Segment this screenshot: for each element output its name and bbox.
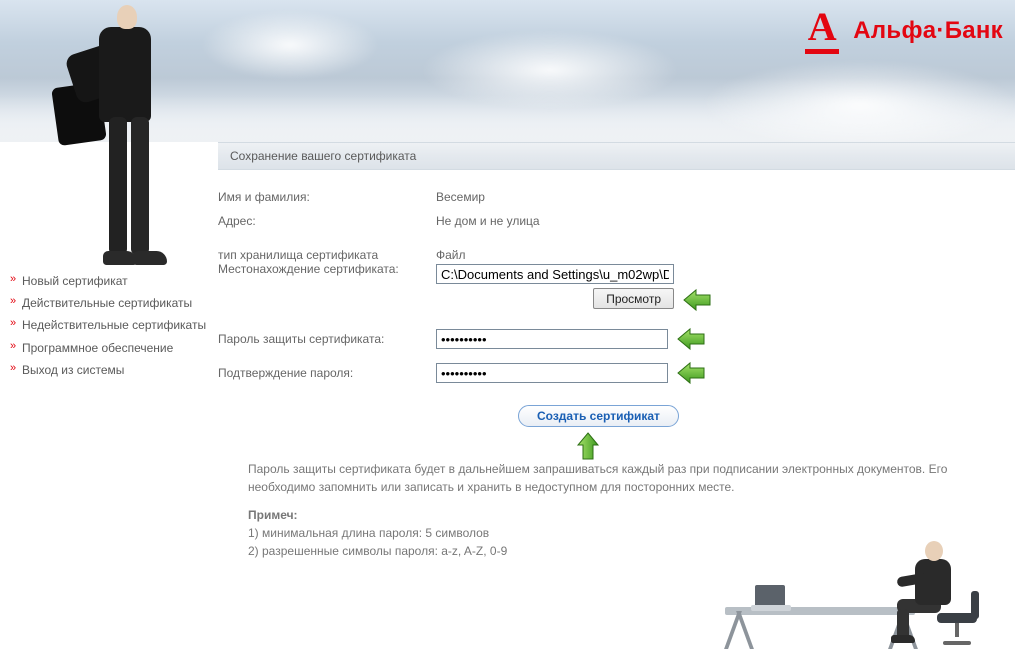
logo-mark-icon: А [801, 10, 843, 52]
note-head: Примеч: [248, 508, 298, 522]
section-header: Сохранение вашего сертификата [218, 142, 1015, 170]
password-input[interactable] [436, 329, 668, 349]
arrow-up-icon [576, 431, 600, 461]
sidebar-item-invalid-certs[interactable]: Недействительные сертификаты [6, 314, 216, 336]
confirm-label: Подтверждение пароля: [218, 366, 436, 380]
arrow-left-icon [676, 327, 706, 351]
brand-name: Альфа·Банк [853, 17, 1003, 45]
create-certificate-button[interactable]: Создать сертификат [518, 405, 679, 427]
password-notes: Пароль защиты сертификата будет в дальне… [248, 460, 1005, 560]
sidebar-item-logout[interactable]: Выход из системы [6, 359, 216, 381]
arrow-left-icon [682, 288, 712, 312]
sidebar-item-valid-certs[interactable]: Действительные сертификаты [6, 292, 216, 314]
address-value: Не дом и не улица [436, 214, 676, 228]
note-rule-2: 2) разрешенные символы пароля: a-z, A-Z,… [248, 542, 1005, 560]
browse-button[interactable]: Просмотр [593, 288, 674, 309]
store-type-label: тип хранилища сертификата [218, 248, 428, 262]
sidebar-nav: Новый сертификат Действительные сертифик… [6, 270, 216, 381]
location-label: Местонахождение сертификата: [218, 262, 428, 276]
arrow-left-icon [676, 361, 706, 385]
location-input[interactable] [436, 264, 674, 284]
sidebar-item-new-cert[interactable]: Новый сертификат [6, 270, 216, 292]
sidebar-item-software[interactable]: Программное обеспечение [6, 337, 216, 359]
name-value: Весемир [436, 190, 676, 204]
store-type-value: Файл [436, 248, 696, 262]
confirm-password-input[interactable] [436, 363, 668, 383]
section-title: Сохранение вашего сертификата [230, 149, 416, 163]
note-rule-1: 1) минимальная длина пароля: 5 символов [248, 524, 1005, 542]
password-label: Пароль защиты сертификата: [218, 332, 436, 346]
note-paragraph: Пароль защиты сертификата будет в дальне… [248, 460, 1005, 496]
name-label: Имя и фамилия: [218, 190, 436, 204]
certificate-form: Имя и фамилия: Весемир Адрес: Не дом и н… [218, 190, 1005, 427]
brand-logo: А Альфа·Банк [801, 10, 1003, 52]
address-label: Адрес: [218, 214, 436, 228]
